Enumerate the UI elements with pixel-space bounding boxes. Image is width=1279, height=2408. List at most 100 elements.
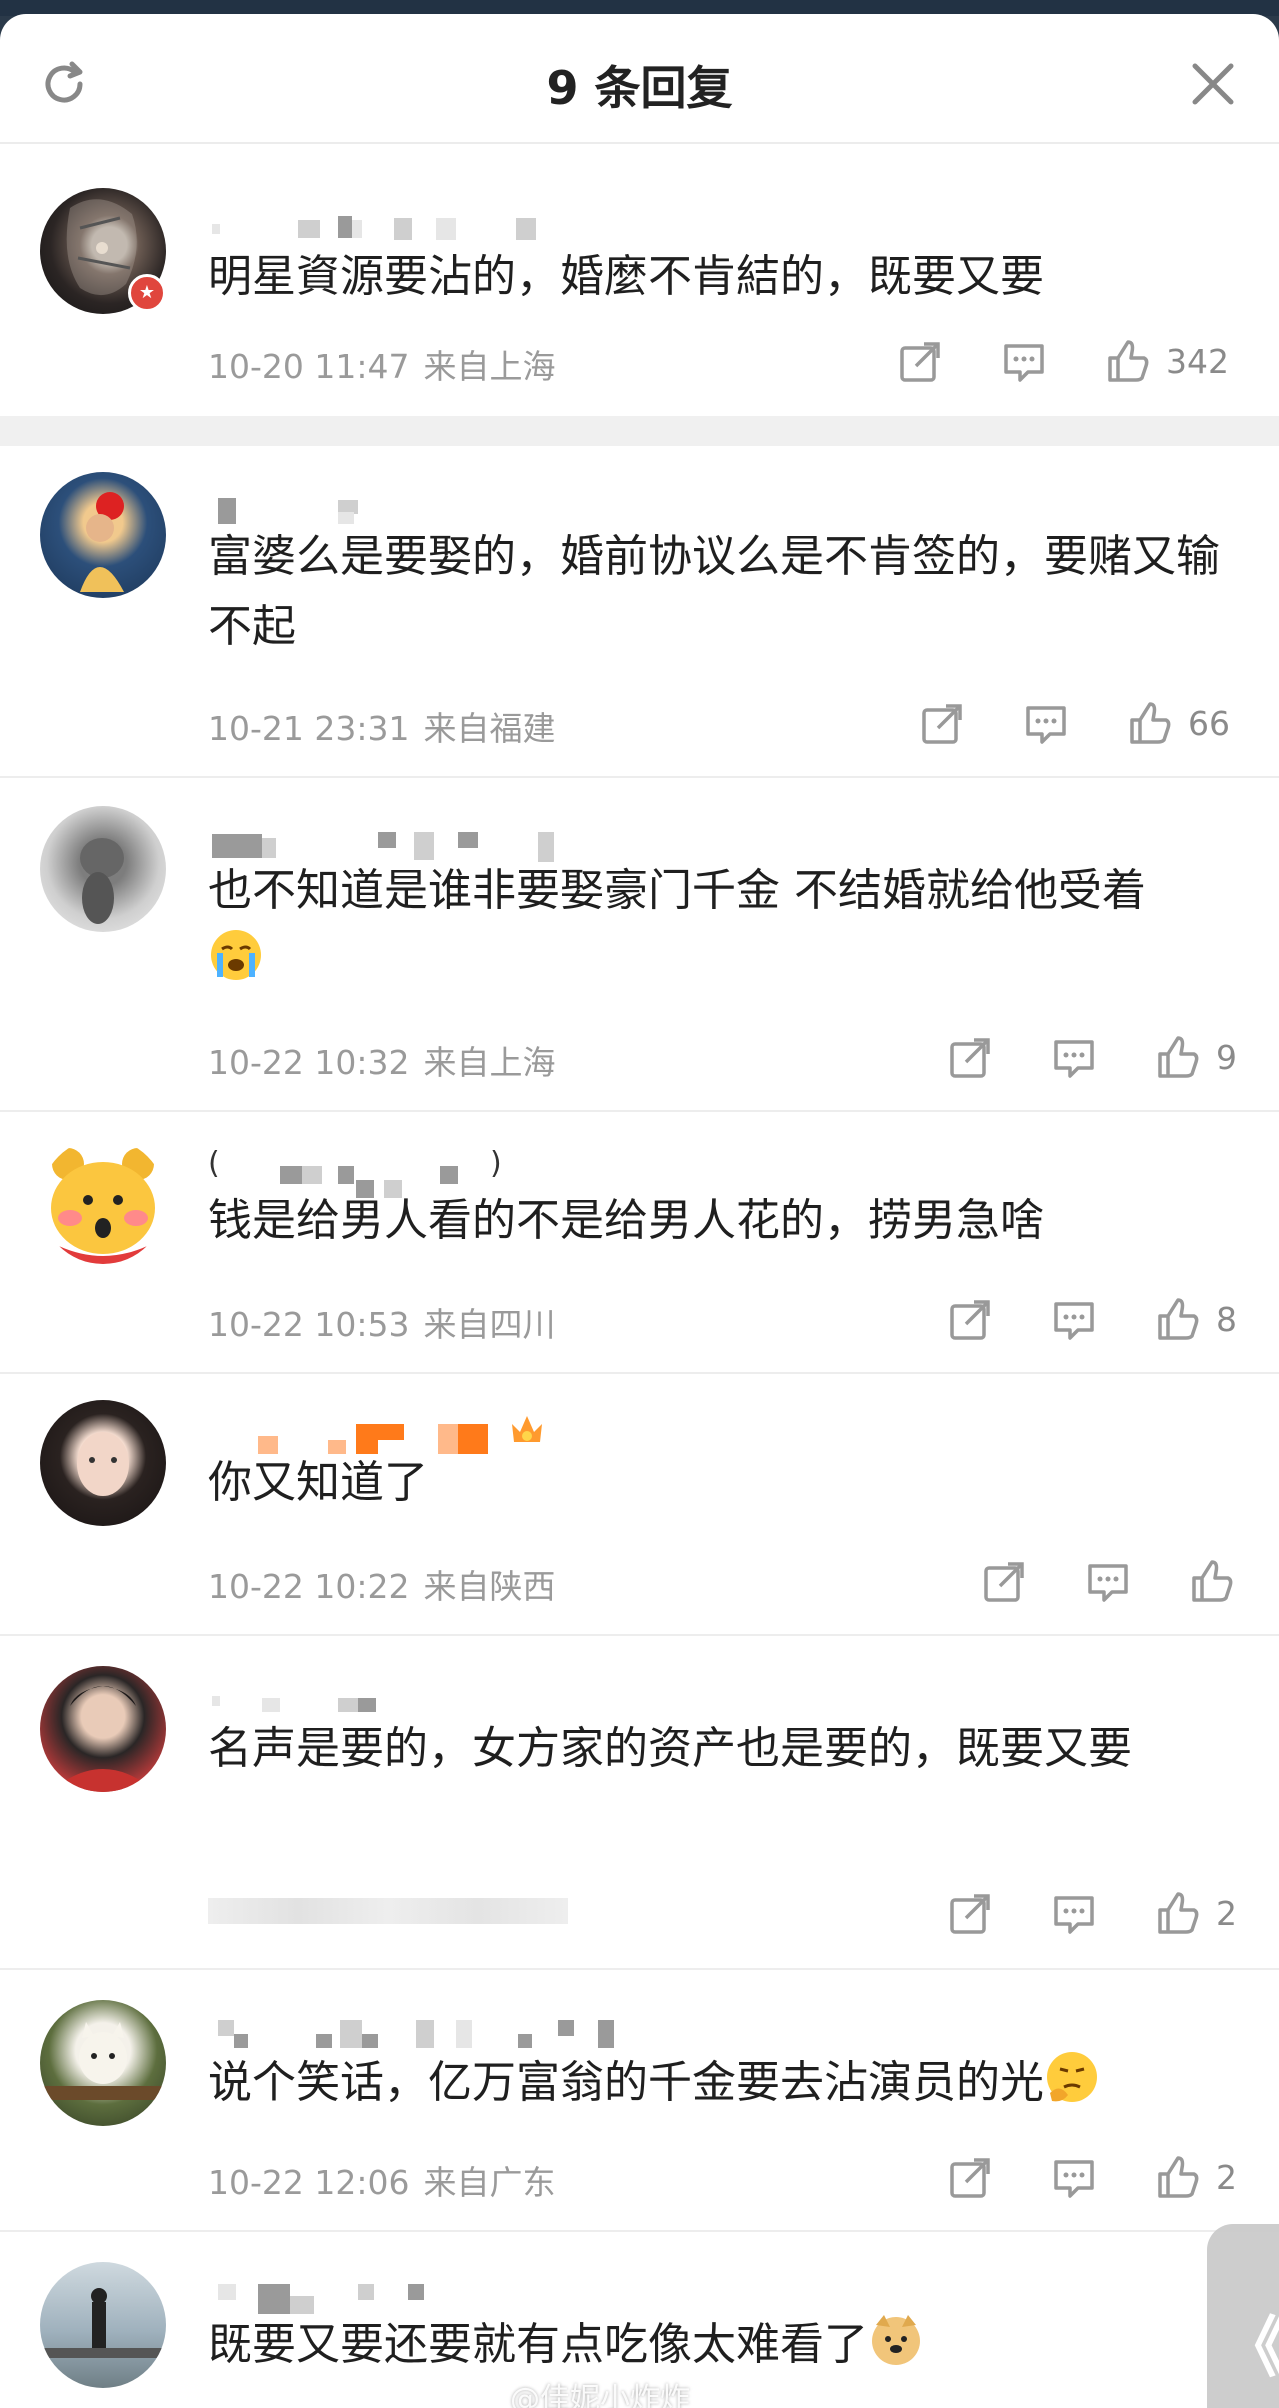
avatar[interactable] [40, 2262, 166, 2388]
comment-date: 10-21 23:31 [208, 709, 410, 748]
meta-blurred [208, 1898, 568, 1924]
comment-meta: 10-20 11:47 来自上海 [208, 340, 555, 388]
action-bar [980, 1558, 1240, 1608]
comment-meta: 10-22 10:53 来自四川 [208, 1298, 555, 1346]
comment-icon[interactable] [1050, 2154, 1098, 2202]
comment-date: 10-22 10:32 [208, 1043, 410, 1082]
like-icon[interactable] [1154, 2154, 1202, 2202]
sheet-header: 9 条回复 [0, 14, 1279, 144]
share-icon[interactable] [946, 1890, 994, 1938]
comment-meta: 10-22 10:32 来自上海 [208, 1036, 555, 1084]
like-icon[interactable] [1154, 1296, 1202, 1344]
avatar[interactable] [40, 806, 166, 932]
like-count: 8 [1216, 1300, 1237, 1339]
comment-item: 你又知道了 10-22 10:22 来自陕西 [0, 1374, 1279, 1636]
comment-item: 也不知道是谁非要娶豪门千金 不结婚就给他受着 10-22 10:32 来自上海 9 [0, 778, 1279, 1112]
like-count: 66 [1188, 704, 1230, 743]
comment-item: ★ 明星資源要沾的，婚麼不肯結的，既要又要 10-20 11:47 来自上海 34… [0, 144, 1279, 416]
comment-icon[interactable] [1000, 338, 1048, 386]
comment-location: 来自福建 [423, 709, 556, 748]
comment-icon[interactable] [1084, 1558, 1132, 1606]
avatar[interactable] [40, 1666, 166, 1792]
avatar[interactable] [40, 1400, 166, 1526]
share-icon[interactable] [946, 2154, 994, 2202]
comment-meta: 10-22 12:06 来自广东 [208, 2156, 555, 2204]
comment-location: 来自上海 [423, 1043, 556, 1082]
thinking-emoji [1047, 2052, 1097, 2102]
username-blurred: ( ) [208, 1146, 648, 1198]
like-icon[interactable] [1154, 1890, 1202, 1938]
like-icon[interactable] [1154, 1034, 1202, 1082]
like-count: 9 [1216, 1038, 1237, 1077]
comment-text: 富婆么是要娶的，婚前协议么是不肯签的，要赌又输不起 [208, 531, 1220, 652]
side-tab-label: 《 [1221, 2294, 1279, 2390]
section-divider [0, 416, 1279, 446]
username-blurred [208, 822, 648, 862]
page-title: 9 条回复 [546, 61, 733, 115]
comment-text-body: 既要又要还要就有点吃像太难看了 [208, 2319, 868, 2370]
doge-emoji [872, 2315, 920, 2365]
action-bar: 2 [946, 1890, 1237, 1940]
verified-badge: ★ [128, 274, 166, 312]
username-close-paren: ) [490, 1146, 502, 1181]
close-icon[interactable] [1187, 58, 1239, 110]
comment-text-body: 也不知道是谁非要娶豪门千金 不结婚就给他受着 [208, 865, 1146, 916]
like-icon[interactable] [1188, 1558, 1236, 1606]
username-blurred [208, 2272, 648, 2314]
action-bar: 2 [946, 2154, 1237, 2204]
comment-text: 你又知道了 [208, 1457, 428, 1508]
action-bar: 9 [946, 1034, 1237, 1084]
crown-badge-icon [512, 1416, 542, 1442]
comment-meta: 10-22 10:22 来自陕西 [208, 1560, 555, 1608]
action-bar: 8 [946, 1296, 1237, 1346]
action-bar: 342 [896, 338, 1236, 388]
comment-date: 10-22 10:22 [208, 1567, 410, 1606]
username-blurred [208, 1678, 648, 1714]
like-icon[interactable] [1104, 338, 1152, 386]
like-count: 2 [1216, 1894, 1237, 1933]
reply-sheet: 9 条回复 ★ 明星資源要沾的，婚麼不肯結的，既要又要 10-20 11:47 来… [0, 14, 1279, 2408]
comment-date: 10-22 12:06 [208, 2163, 410, 2202]
avatar[interactable] [40, 1138, 166, 1264]
watermark: @佳妮小炸炸 [510, 2382, 690, 2408]
comment-location: 来自陕西 [423, 1567, 556, 1606]
like-count: 342 [1166, 342, 1229, 381]
comment-item: ( ) 钱是给男人看的不是给男人花的，捞男急啥 10-22 10:53 来自四川 … [0, 1112, 1279, 1374]
action-bar: 66 [918, 700, 1238, 750]
comment-text-body: 说个笑话，亿万富翁的千金要去沾演员的光 [208, 2057, 1044, 2108]
username-blurred [208, 2010, 648, 2048]
share-icon[interactable] [946, 1296, 994, 1344]
comment-meta: 10-21 23:31 来自福建 [208, 702, 555, 750]
comment-item: 名声是要的，女方家的资产也是要的，既要又要 2 [0, 1636, 1279, 1970]
share-icon[interactable] [918, 700, 966, 748]
comment-date: 10-22 10:53 [208, 1305, 410, 1344]
username-blurred [208, 488, 648, 524]
comment-item: 说个笑话，亿万富翁的千金要去沾演员的光 10-22 12:06 来自广东 2 [0, 1970, 1279, 2232]
username-blurred [208, 206, 648, 242]
comment-text: 也不知道是谁非要娶豪门千金 不结婚就给他受着 [208, 856, 1228, 996]
comment-location: 来自四川 [423, 1305, 556, 1344]
comment-icon[interactable] [1022, 700, 1070, 748]
comment-icon[interactable] [1050, 1034, 1098, 1082]
comment-date: 10-20 11:47 [208, 347, 410, 386]
comment-icon[interactable] [1050, 1296, 1098, 1344]
side-collapse-tab[interactable]: 《 [1207, 2224, 1279, 2408]
comment-icon[interactable] [1050, 1890, 1098, 1938]
like-count: 2 [1216, 2158, 1237, 2197]
comment-text: 说个笑话，亿万富翁的千金要去沾演员的光 [208, 2048, 1228, 2118]
like-icon[interactable] [1126, 700, 1174, 748]
username-blurred [208, 1410, 648, 1454]
crying-emoji [211, 930, 261, 980]
share-icon[interactable] [946, 1034, 994, 1082]
share-icon[interactable] [980, 1558, 1028, 1606]
comment-location: 来自上海 [423, 347, 556, 386]
comment-location: 来自广东 [423, 2163, 556, 2202]
share-icon[interactable] [896, 338, 944, 386]
comment-text: 钱是给男人看的不是给男人花的，捞男急啥 [208, 1195, 1044, 1246]
comment-item: 富婆么是要娶的，婚前协议么是不肯签的，要赌又输不起 10-21 23:31 来自福… [0, 446, 1279, 778]
avatar[interactable] [40, 472, 166, 598]
avatar[interactable] [40, 2000, 166, 2126]
comment-text: 既要又要还要就有点吃像太难看了 [208, 2310, 1228, 2380]
comment-text: 名声是要的，女方家的资产也是要的，既要又要 [208, 1723, 1132, 1774]
username-open-paren: ( [208, 1146, 220, 1181]
